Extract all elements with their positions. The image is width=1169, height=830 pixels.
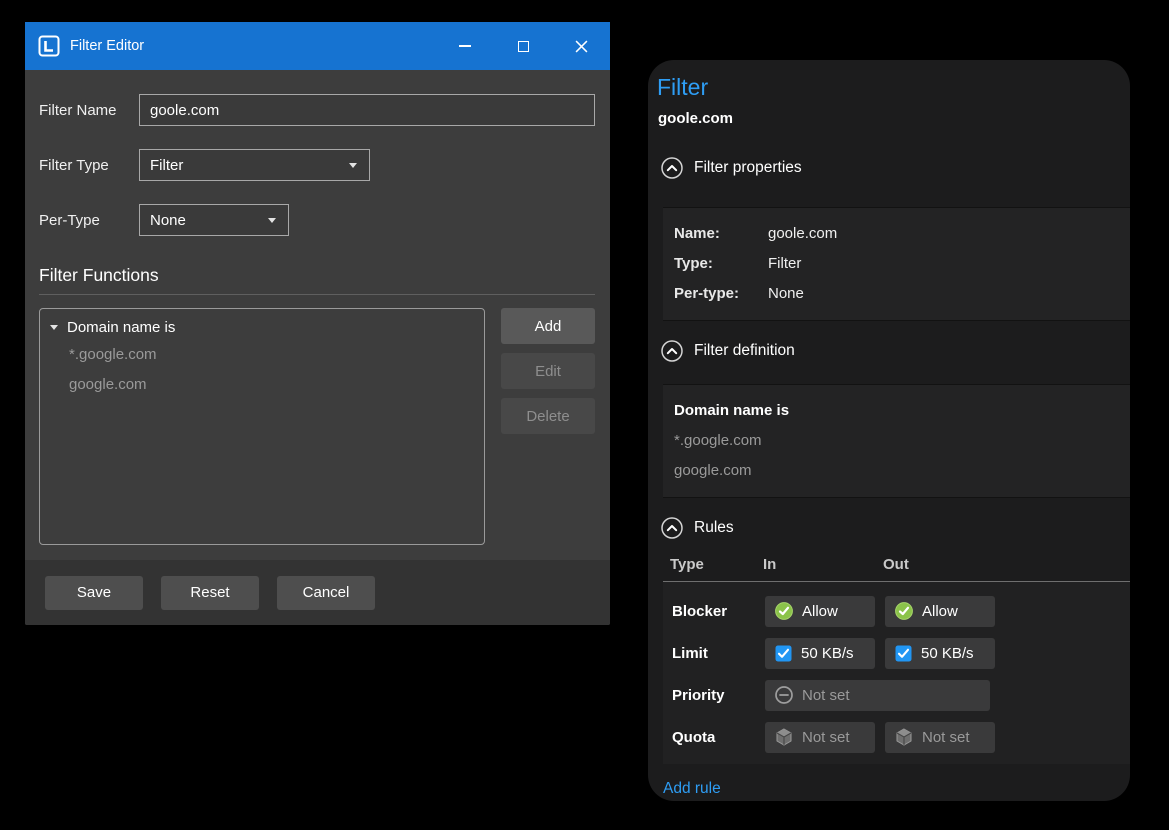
limit-in-value: 50 KB/s — [801, 645, 854, 662]
rules-section-toggle[interactable]: Rules — [661, 517, 1130, 539]
quota-out-value: Not set — [922, 729, 970, 746]
filter-editor-window: Filter Editor Filter Name Filter Type Fi… — [25, 22, 610, 625]
save-button[interactable]: Save — [45, 576, 143, 610]
add-button[interactable]: Add — [501, 308, 595, 344]
property-value: goole.com — [768, 219, 837, 249]
priority-button[interactable]: Not set — [765, 680, 990, 711]
column-header-out: Out — [883, 556, 909, 573]
allow-check-icon — [895, 602, 913, 620]
close-button[interactable] — [552, 22, 610, 70]
rules-table: Blocker Allow — [663, 581, 1130, 764]
collapse-chevron-up-icon[interactable] — [661, 340, 683, 362]
property-value: None — [768, 279, 804, 309]
property-label: Type: — [674, 249, 768, 279]
per-type-dropdown[interactable]: None — [139, 204, 289, 236]
filter-type-value: Filter — [150, 157, 183, 174]
rules-column-headers: Type In Out — [670, 556, 1130, 573]
filter-properties-section-toggle[interactable]: Filter properties — [661, 157, 1130, 179]
property-value: Filter — [768, 249, 801, 279]
definition-item: *.google.com — [674, 426, 1130, 456]
panel-subtitle: goole.com — [658, 110, 1130, 127]
allow-check-icon — [775, 602, 793, 620]
filter-functions-list[interactable]: Domain name is *.google.com google.com — [39, 308, 485, 545]
add-rule-link[interactable]: Add rule — [663, 780, 721, 798]
filter-properties-box: Name: goole.com Type: Filter Per-type: N… — [663, 207, 1130, 321]
table-row: Quota Not set — [672, 716, 1130, 758]
blocker-out-button[interactable]: Allow — [885, 596, 995, 627]
filter-properties-header: Filter properties — [694, 159, 802, 177]
column-header-type: Type — [670, 556, 763, 573]
list-item[interactable]: google.com — [40, 370, 484, 400]
limit-out-value: 50 KB/s — [921, 645, 974, 662]
edit-button[interactable]: Edit — [501, 353, 595, 389]
column-header-in: In — [763, 556, 883, 573]
filter-name-label: Filter Name — [39, 102, 139, 119]
quota-in-button[interactable]: Not set — [765, 722, 875, 753]
definition-item: google.com — [674, 456, 1130, 486]
property-label: Per-type: — [674, 279, 768, 309]
reset-button[interactable]: Reset — [161, 576, 259, 610]
filter-functions-header: Filter Functions — [39, 265, 595, 295]
table-row: Priority Not set — [672, 674, 1130, 716]
titlebar[interactable]: Filter Editor — [25, 22, 610, 70]
tree-root-label: Domain name is — [67, 319, 175, 336]
filter-definition-section-toggle[interactable]: Filter definition — [661, 340, 1130, 362]
minimize-button[interactable] — [436, 22, 494, 70]
editor-footer: Save Reset Cancel — [25, 560, 610, 625]
delete-button[interactable]: Delete — [501, 398, 595, 434]
blocker-in-button[interactable]: Allow — [765, 596, 875, 627]
quota-hexagon-icon — [895, 728, 913, 746]
property-row: Name: goole.com — [674, 219, 1130, 249]
rule-type-label: Quota — [672, 729, 765, 746]
chevron-down-icon — [268, 218, 276, 223]
property-row: Type: Filter — [674, 249, 1130, 279]
chevron-down-icon — [349, 163, 357, 168]
filter-name-input[interactable] — [139, 94, 595, 126]
checkbox-checked-icon — [895, 645, 912, 662]
quota-hexagon-icon — [775, 728, 793, 746]
filter-definition-box: Domain name is *.google.com google.com — [663, 384, 1130, 498]
blocker-in-value: Allow — [802, 603, 838, 620]
panel-title: Filter — [657, 74, 1130, 101]
per-type-label: Per-Type — [39, 212, 139, 229]
filter-definition-header: Filter definition — [694, 342, 795, 360]
cancel-button[interactable]: Cancel — [277, 576, 375, 610]
per-type-value: None — [150, 212, 186, 229]
quota-out-button[interactable]: Not set — [885, 722, 995, 753]
table-row: Blocker Allow — [672, 590, 1130, 632]
editor-body: Filter Name Filter Type Filter Per-Type … — [25, 70, 610, 545]
limit-in-button[interactable]: 50 KB/s — [765, 638, 875, 669]
blocker-out-value: Allow — [922, 603, 958, 620]
limit-out-button[interactable]: 50 KB/s — [885, 638, 995, 669]
tree-root-item[interactable]: Domain name is — [40, 315, 484, 340]
netlimiter-logo-icon — [38, 35, 60, 57]
table-row: Limit 50 KB/s — [672, 632, 1130, 674]
property-row: Per-type: None — [674, 279, 1130, 309]
property-label: Name: — [674, 219, 768, 249]
definition-title: Domain name is — [674, 396, 1130, 426]
minus-circle-icon — [775, 686, 793, 704]
rule-type-label: Priority — [672, 687, 765, 704]
collapse-chevron-up-icon[interactable] — [661, 157, 683, 179]
rules-header: Rules — [694, 519, 734, 537]
filter-info-panel: Filter goole.com Filter properties Name:… — [648, 60, 1130, 801]
expander-icon[interactable] — [50, 325, 58, 330]
filter-type-label: Filter Type — [39, 157, 139, 174]
window-title: Filter Editor — [70, 38, 436, 54]
rule-type-label: Limit — [672, 645, 765, 662]
list-item[interactable]: *.google.com — [40, 340, 484, 370]
maximize-button[interactable] — [494, 22, 552, 70]
collapse-chevron-up-icon[interactable] — [661, 517, 683, 539]
quota-in-value: Not set — [802, 729, 850, 746]
desktop: Filter Editor Filter Name Filter Type Fi… — [0, 0, 1169, 830]
checkbox-checked-icon — [775, 645, 792, 662]
filter-type-dropdown[interactable]: Filter — [139, 149, 370, 181]
priority-value: Not set — [802, 687, 850, 704]
rule-type-label: Blocker — [672, 603, 765, 620]
